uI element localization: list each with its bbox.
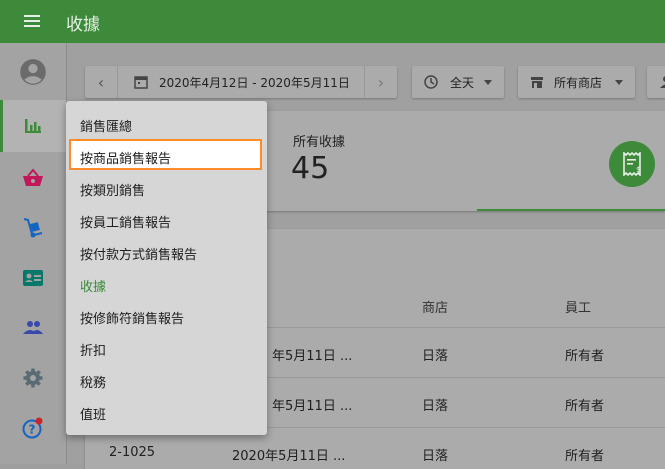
bar-chart-icon	[25, 119, 41, 133]
sidebar-item-settings[interactable]	[0, 352, 66, 404]
receipt-employee: 所有者	[565, 349, 605, 364]
receipt-employee: 所有者	[565, 449, 605, 464]
hand-truck-icon	[23, 218, 43, 238]
receipt-store: 日落	[422, 399, 449, 414]
gear-icon	[23, 368, 43, 388]
receipt-date: 2020年5月11日 ...	[232, 449, 346, 464]
store-filter-label: 所有商店	[554, 76, 603, 90]
receipt-date: 年5月11日 ...	[272, 399, 353, 414]
active-tab-underline	[477, 209, 665, 211]
menu-item-sales-summary[interactable]: 銷售匯總	[80, 116, 132, 135]
top-app-bar: 收據	[0, 0, 665, 43]
sidebar: ?	[0, 43, 67, 464]
receipts-count-value: 45	[291, 151, 330, 186]
badge-icon	[23, 270, 43, 286]
column-header-store[interactable]: 商店	[422, 297, 448, 316]
svg-text:$: $	[636, 165, 641, 174]
page-title: 收據	[66, 15, 100, 35]
receipt-number: 2-1025	[109, 445, 156, 460]
store-icon	[531, 77, 543, 88]
store-filter-dropdown[interactable]: 所有商店	[518, 66, 635, 98]
clock-icon	[424, 75, 438, 89]
chevron-left-icon: ‹	[97, 72, 105, 92]
receipt-employee: 所有者	[565, 399, 605, 414]
menu-item-sales-by-item[interactable]: 按商品銷售報告	[80, 148, 171, 167]
menu-item-sales-by-payment[interactable]: 按付款方式銷售報告	[80, 244, 197, 263]
dropdown-arrow-icon	[484, 80, 492, 85]
sidebar-item-reports[interactable]	[0, 100, 66, 152]
employee-filter-dropdown[interactable]	[647, 66, 665, 98]
previous-period-button[interactable]: ‹	[85, 66, 118, 98]
sidebar-item-account[interactable]	[0, 46, 66, 98]
receipts-count-label: 所有收據	[293, 135, 346, 150]
receipt-date: 年5月11日 ...	[272, 349, 353, 364]
sidebar-item-employees[interactable]	[0, 252, 66, 304]
menu-item-shifts[interactable]: 值班	[80, 404, 106, 423]
sidebar-item-customers[interactable]	[0, 302, 66, 354]
basket-icon	[23, 168, 43, 186]
date-range-picker[interactable]: ‹ 2020年4月12日 - 2020年5月11日 ›	[85, 66, 397, 98]
chevron-right-icon: ›	[377, 72, 385, 92]
receipt-summary-icon: $	[609, 141, 655, 187]
menu-icon[interactable]	[24, 15, 40, 27]
menu-item-receipts[interactable]: 收據	[80, 276, 106, 295]
people-icon	[23, 321, 43, 334]
next-period-button[interactable]: ›	[364, 66, 397, 98]
menu-item-sales-by-employee[interactable]: 按員工銷售報告	[80, 212, 171, 231]
menu-item-discounts[interactable]: 折扣	[80, 340, 106, 359]
time-filter-label: 全天	[450, 76, 475, 90]
menu-item-sales-by-modifier[interactable]: 按修飾符銷售報告	[80, 308, 184, 327]
sidebar-item-items[interactable]	[0, 152, 66, 204]
receipt-store: 日落	[422, 449, 449, 464]
receipt-store: 日落	[422, 349, 449, 364]
account-icon	[20, 59, 46, 85]
reports-menu: 銷售匯總 按商品銷售報告 按類別銷售 按員工銷售報告 按付款方式銷售報告 收據 …	[66, 101, 267, 435]
svg-text:?: ?	[29, 423, 36, 437]
column-header-employee[interactable]: 員工	[565, 297, 591, 316]
date-range-label: 2020年4月12日 - 2020年5月11日	[159, 76, 350, 90]
person-icon	[660, 76, 665, 88]
dropdown-arrow-icon	[615, 80, 623, 85]
calendar-icon	[134, 76, 148, 89]
receipt-icon: $	[623, 152, 641, 176]
time-filter-dropdown[interactable]: 全天	[412, 66, 504, 98]
sidebar-item-inventory[interactable]	[0, 202, 66, 254]
sidebar-item-help[interactable]: ?	[0, 402, 66, 454]
menu-item-taxes[interactable]: 稅務	[80, 372, 106, 391]
menu-item-sales-by-category[interactable]: 按類別銷售	[80, 180, 145, 199]
help-icon: ?	[22, 417, 43, 439]
